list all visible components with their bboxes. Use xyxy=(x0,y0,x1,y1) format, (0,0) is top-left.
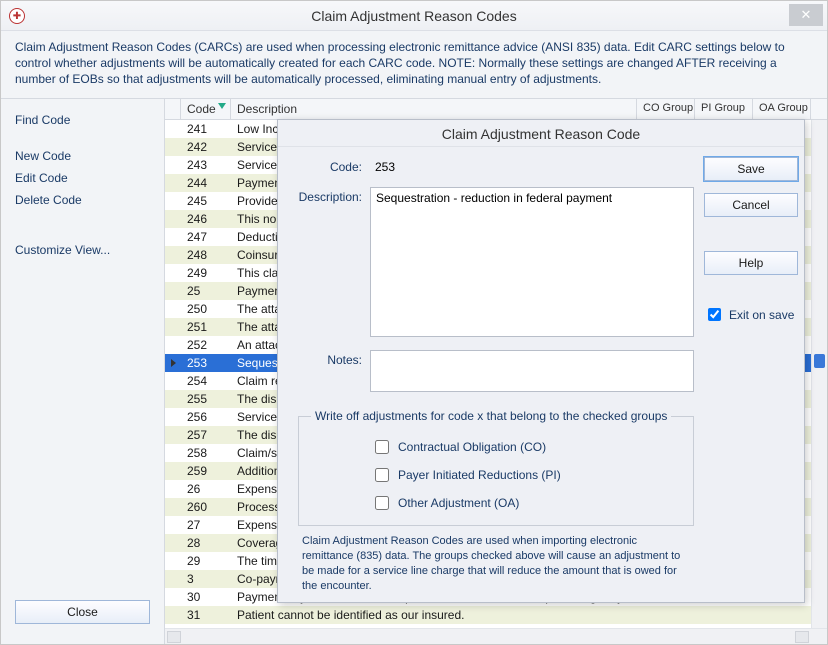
sort-asc-icon xyxy=(218,103,226,109)
cell-oa-group xyxy=(753,614,811,616)
grid-header-marker xyxy=(165,99,181,119)
window-title: Claim Adjustment Reason Codes xyxy=(311,8,516,24)
cancel-button[interactable]: Cancel xyxy=(704,193,798,217)
intro-text: Claim Adjustment Reason Codes (CARCs) ar… xyxy=(1,31,827,99)
grid-header-code-label: Code xyxy=(187,102,216,116)
cell-code: 246 xyxy=(181,211,231,227)
cell-code: 259 xyxy=(181,463,231,479)
oa-checkbox[interactable] xyxy=(375,496,389,510)
cell-code: 249 xyxy=(181,265,231,281)
sidebar-new-code[interactable]: New Code xyxy=(9,145,156,167)
cell-pi-group xyxy=(695,614,753,616)
grid-header-co-group[interactable]: CO Group xyxy=(637,99,695,119)
pi-checkbox[interactable] xyxy=(375,468,389,482)
cell-co-group xyxy=(637,614,695,616)
oa-checkbox-row[interactable]: Other Adjustment (OA) xyxy=(311,489,681,517)
cell-code: 27 xyxy=(181,517,231,533)
pi-checkbox-label: Payer Initiated Reductions (PI) xyxy=(398,468,561,482)
hscroll-left-arrow[interactable] xyxy=(167,631,181,643)
co-checkbox[interactable] xyxy=(375,440,389,454)
cell-code: 242 xyxy=(181,139,231,155)
code-label: Code: xyxy=(298,157,370,177)
exit-on-save-row[interactable]: Exit on save xyxy=(704,305,798,324)
hscroll-right-arrow[interactable] xyxy=(795,631,809,643)
writeoff-groups-legend: Write off adjustments for code x that be… xyxy=(311,409,671,423)
co-checkbox-label: Contractual Obligation (CO) xyxy=(398,440,546,454)
app-icon: ✚ xyxy=(9,8,25,24)
cell-description: Patient cannot be identified as our insu… xyxy=(231,607,637,623)
sidebar-delete-code[interactable]: Delete Code xyxy=(9,189,156,211)
cell-code: 257 xyxy=(181,427,231,443)
grid-header-pi-group[interactable]: PI Group xyxy=(695,99,753,119)
cell-code: 247 xyxy=(181,229,231,245)
scrollbar-thumb[interactable] xyxy=(814,354,825,368)
code-field[interactable] xyxy=(370,157,430,177)
cell-code: 256 xyxy=(181,409,231,425)
cell-code: 29 xyxy=(181,553,231,569)
cell-code: 3 xyxy=(181,571,231,587)
notes-label: Notes: xyxy=(298,350,370,395)
grid-header-description[interactable]: Description xyxy=(231,99,637,119)
description-label: Description: xyxy=(298,187,370,340)
sidebar: Find Code New Code Edit Code Delete Code… xyxy=(1,99,165,644)
sidebar-customize-view[interactable]: Customize View... xyxy=(9,239,156,261)
sidebar-find-code[interactable]: Find Code xyxy=(9,109,156,131)
cell-code: 251 xyxy=(181,319,231,335)
vertical-scrollbar[interactable] xyxy=(811,120,827,628)
horizontal-scrollbar[interactable] xyxy=(165,628,827,644)
edit-code-dialog: Claim Adjustment Reason Code Code: Descr… xyxy=(277,119,805,603)
grid-header-code[interactable]: Code xyxy=(181,99,231,119)
notes-field[interactable] xyxy=(370,350,694,392)
cell-code: 254 xyxy=(181,373,231,389)
save-button[interactable]: Save xyxy=(704,157,798,181)
cell-code: 258 xyxy=(181,445,231,461)
main-window: ✚ Claim Adjustment Reason Codes ✕ Claim … xyxy=(0,0,828,645)
cell-code: 30 xyxy=(181,589,231,605)
cell-code: 248 xyxy=(181,247,231,263)
window-close-button[interactable]: ✕ xyxy=(789,4,823,26)
cell-code: 26 xyxy=(181,481,231,497)
table-row[interactable]: 31Patient cannot be identified as our in… xyxy=(165,606,827,624)
close-button[interactable]: Close xyxy=(15,600,150,624)
exit-on-save-checkbox[interactable] xyxy=(708,308,721,321)
dialog-footnote: Claim Adjustment Reason Codes are used w… xyxy=(298,534,694,595)
cell-code: 250 xyxy=(181,301,231,317)
row-marker xyxy=(165,359,181,367)
cell-code: 243 xyxy=(181,157,231,173)
pi-checkbox-row[interactable]: Payer Initiated Reductions (PI) xyxy=(311,461,681,489)
cell-code: 255 xyxy=(181,391,231,407)
cell-code: 253 xyxy=(181,355,231,371)
cell-code: 28 xyxy=(181,535,231,551)
cell-code: 260 xyxy=(181,499,231,515)
exit-on-save-label: Exit on save xyxy=(729,308,794,322)
co-checkbox-row[interactable]: Contractual Obligation (CO) xyxy=(311,433,681,461)
cell-code: 241 xyxy=(181,121,231,137)
description-field[interactable] xyxy=(370,187,694,337)
grid-header-scroll-spacer xyxy=(811,99,827,119)
oa-checkbox-label: Other Adjustment (OA) xyxy=(398,496,519,510)
writeoff-groups-fieldset: Write off adjustments for code x that be… xyxy=(298,409,694,526)
sidebar-edit-code[interactable]: Edit Code xyxy=(9,167,156,189)
cell-code: 252 xyxy=(181,337,231,353)
cell-code: 245 xyxy=(181,193,231,209)
grid-header-oa-group[interactable]: OA Group xyxy=(753,99,811,119)
help-button[interactable]: Help xyxy=(704,251,798,275)
current-row-caret-icon xyxy=(171,359,176,367)
titlebar: ✚ Claim Adjustment Reason Codes ✕ xyxy=(1,1,827,31)
cell-code: 25 xyxy=(181,283,231,299)
grid-header: Code Description CO Group PI Group OA Gr… xyxy=(165,99,827,120)
cell-code: 31 xyxy=(181,607,231,623)
cell-code: 244 xyxy=(181,175,231,191)
dialog-title: Claim Adjustment Reason Code xyxy=(278,120,804,147)
